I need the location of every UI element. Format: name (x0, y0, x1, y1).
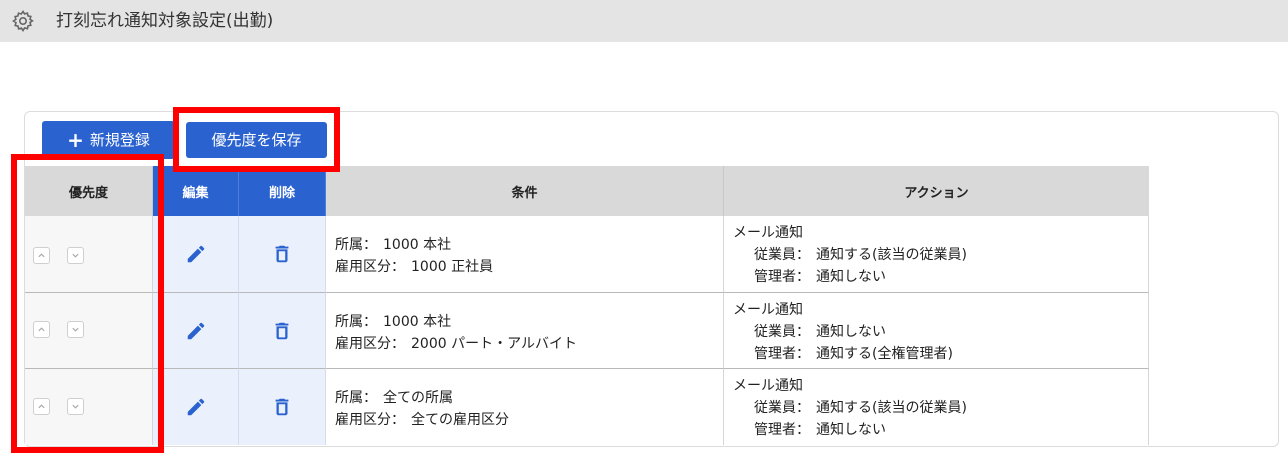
action-cell: メール通知 従業員： 通知する(該当の従業員) 管理者： 通知しない (724, 216, 1149, 293)
dept-label: 所属： (335, 237, 377, 253)
chevron-down-icon (72, 253, 79, 258)
table-row-priority (25, 293, 153, 369)
employment-value: 全ての雇用区分 (411, 412, 509, 428)
edit-button[interactable] (153, 293, 239, 369)
pencil-icon (187, 245, 204, 263)
chevron-up-icon (38, 253, 45, 258)
delete-button[interactable] (239, 293, 326, 369)
trash-icon (275, 322, 289, 339)
condition-cell: 所属： 全ての所属 雇用区分： 全ての雇用区分 (326, 369, 724, 445)
pencil-icon (187, 322, 204, 339)
action-cell: メール通知 従業員： 通知しない 管理者： 通知する(全権管理者) (724, 293, 1149, 369)
manager-value: 通知しない (816, 422, 886, 438)
move-down-button[interactable] (67, 247, 84, 264)
header-edit: 編集 (153, 166, 239, 216)
employee-value: 通知する(該当の従業員) (816, 247, 967, 263)
delete-button[interactable] (239, 369, 326, 445)
header-priority: 優先度 (25, 166, 153, 216)
pencil-icon (187, 398, 204, 416)
save-priority-label: 優先度を保存 (211, 131, 302, 149)
employment-label: 雇用区分： (335, 259, 405, 275)
manager-value: 通知しない (816, 269, 886, 285)
gear-icon[interactable] (11, 9, 35, 33)
header-delete: 削除 (239, 166, 326, 216)
table-row-priority (25, 369, 153, 445)
action-cell: メール通知 従業員： 通知する(該当の従業員) 管理者： 通知しない (724, 369, 1149, 445)
dept-value: 1000 本社 (383, 314, 452, 330)
employee-label: 従業員： (754, 400, 810, 416)
condition-cell: 所属： 1000 本社 雇用区分： 2000 パート・アルバイト (326, 293, 724, 369)
chevron-down-icon (72, 327, 79, 332)
trash-icon (275, 245, 289, 263)
employment-label: 雇用区分： (335, 336, 405, 352)
move-up-button[interactable] (33, 247, 50, 264)
dept-label: 所属： (335, 314, 377, 330)
move-up-button[interactable] (33, 398, 50, 415)
edit-button[interactable] (153, 216, 239, 293)
condition-cell: 所属： 1000 本社 雇用区分： 1000 正社員 (326, 216, 724, 293)
move-down-button[interactable] (67, 321, 84, 338)
manager-label: 管理者： (754, 269, 810, 285)
action-type: メール通知 (733, 378, 803, 394)
header-condition: 条件 (326, 166, 724, 216)
action-type: メール通知 (733, 225, 803, 241)
employee-value: 通知しない (816, 324, 886, 340)
page-header: 打刻忘れ通知対象設定(出勤) (0, 0, 1288, 42)
manager-value: 通知する(全権管理者) (816, 346, 953, 362)
chevron-up-icon (38, 327, 45, 332)
table-row-priority (25, 216, 153, 293)
chevron-down-icon (72, 404, 79, 409)
dept-label: 所属： (335, 390, 377, 406)
trash-icon (275, 398, 289, 416)
manager-label: 管理者： (754, 422, 810, 438)
employee-label: 従業員： (754, 324, 810, 340)
employment-value: 2000 パート・アルバイト (411, 336, 577, 352)
chevron-up-icon (38, 404, 45, 409)
employee-label: 従業員： (754, 247, 810, 263)
dept-value: 1000 本社 (383, 237, 452, 253)
edit-button[interactable] (153, 369, 239, 445)
page-title: 打刻忘れ通知対象設定(出勤) (56, 11, 274, 31)
delete-button[interactable] (239, 216, 326, 293)
new-register-label: 新規登録 (89, 131, 150, 149)
employee-value: 通知する(該当の従業員) (816, 400, 967, 416)
employment-value: 1000 正社員 (411, 259, 494, 275)
manager-label: 管理者： (754, 346, 810, 362)
employment-label: 雇用区分： (335, 412, 405, 428)
new-register-button[interactable]: + 新規登録 (42, 121, 175, 159)
move-down-button[interactable] (67, 398, 84, 415)
header-action: アクション (724, 166, 1149, 216)
save-priority-button[interactable]: 優先度を保存 (186, 122, 327, 158)
dept-value: 全ての所属 (383, 390, 453, 406)
action-type: メール通知 (733, 302, 803, 318)
move-up-button[interactable] (33, 321, 50, 338)
plus-icon: + (67, 128, 84, 152)
